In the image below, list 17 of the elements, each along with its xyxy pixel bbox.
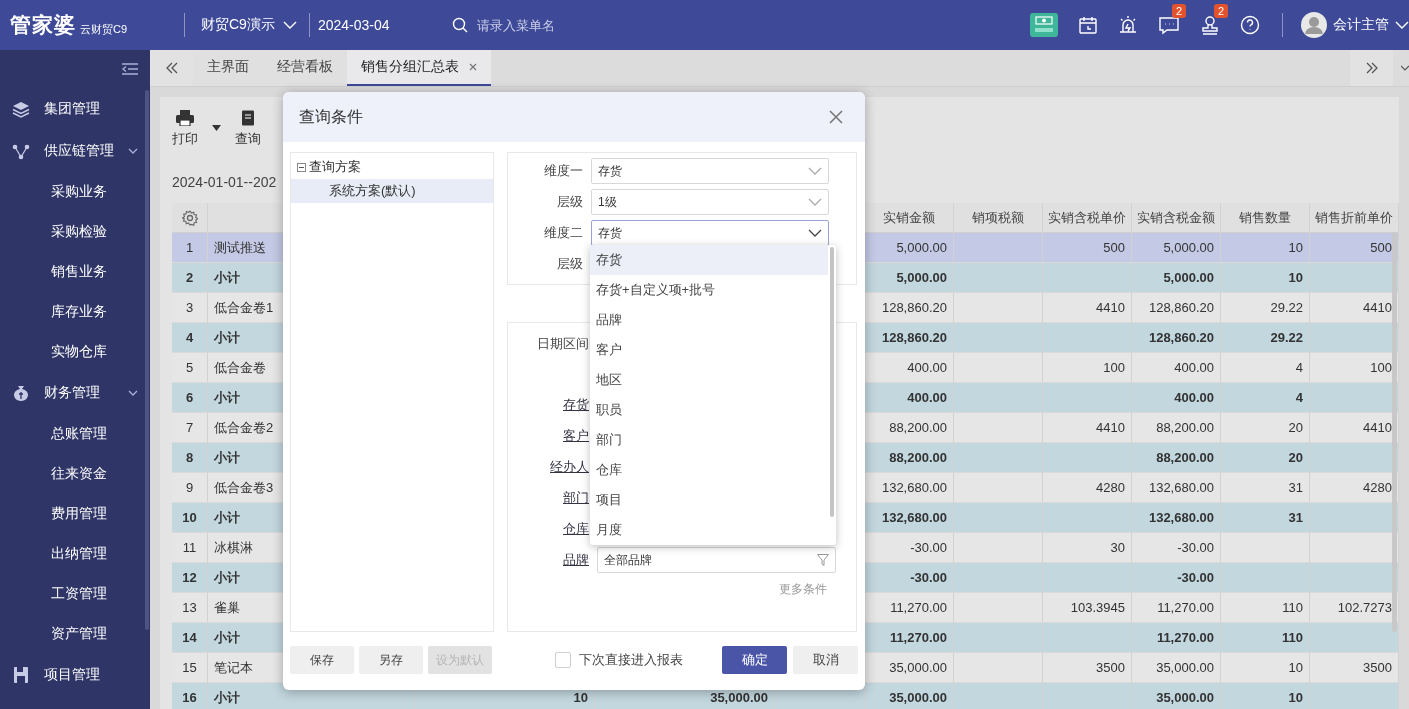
count-badge: 2 [1214,4,1229,18]
date-text: 2024-03-04 [317,17,390,33]
logo-text: 管家婆 [10,12,76,38]
field-label: 日期区间 [536,335,589,353]
field-label: 维度二 [543,224,583,242]
table-cell: 16 [172,683,208,709]
table-cell: 35,000.00 [865,683,954,709]
dialog-title: 查询条件 [299,106,363,127]
logo-subtitle: 云财贸C9 [80,22,128,37]
count-badge: 2 [1172,4,1187,18]
table-cell: 35,000.00 [1132,683,1221,709]
checkbox-label: 下次直接进入报表 [579,651,683,669]
field-label: 维度一 [543,162,583,180]
table-cell: 10 [1221,683,1310,709]
date-range-text: 2024-01-01--202 [172,174,277,190]
field-label: 层级 [556,255,583,273]
field-label: 层级 [556,193,583,211]
